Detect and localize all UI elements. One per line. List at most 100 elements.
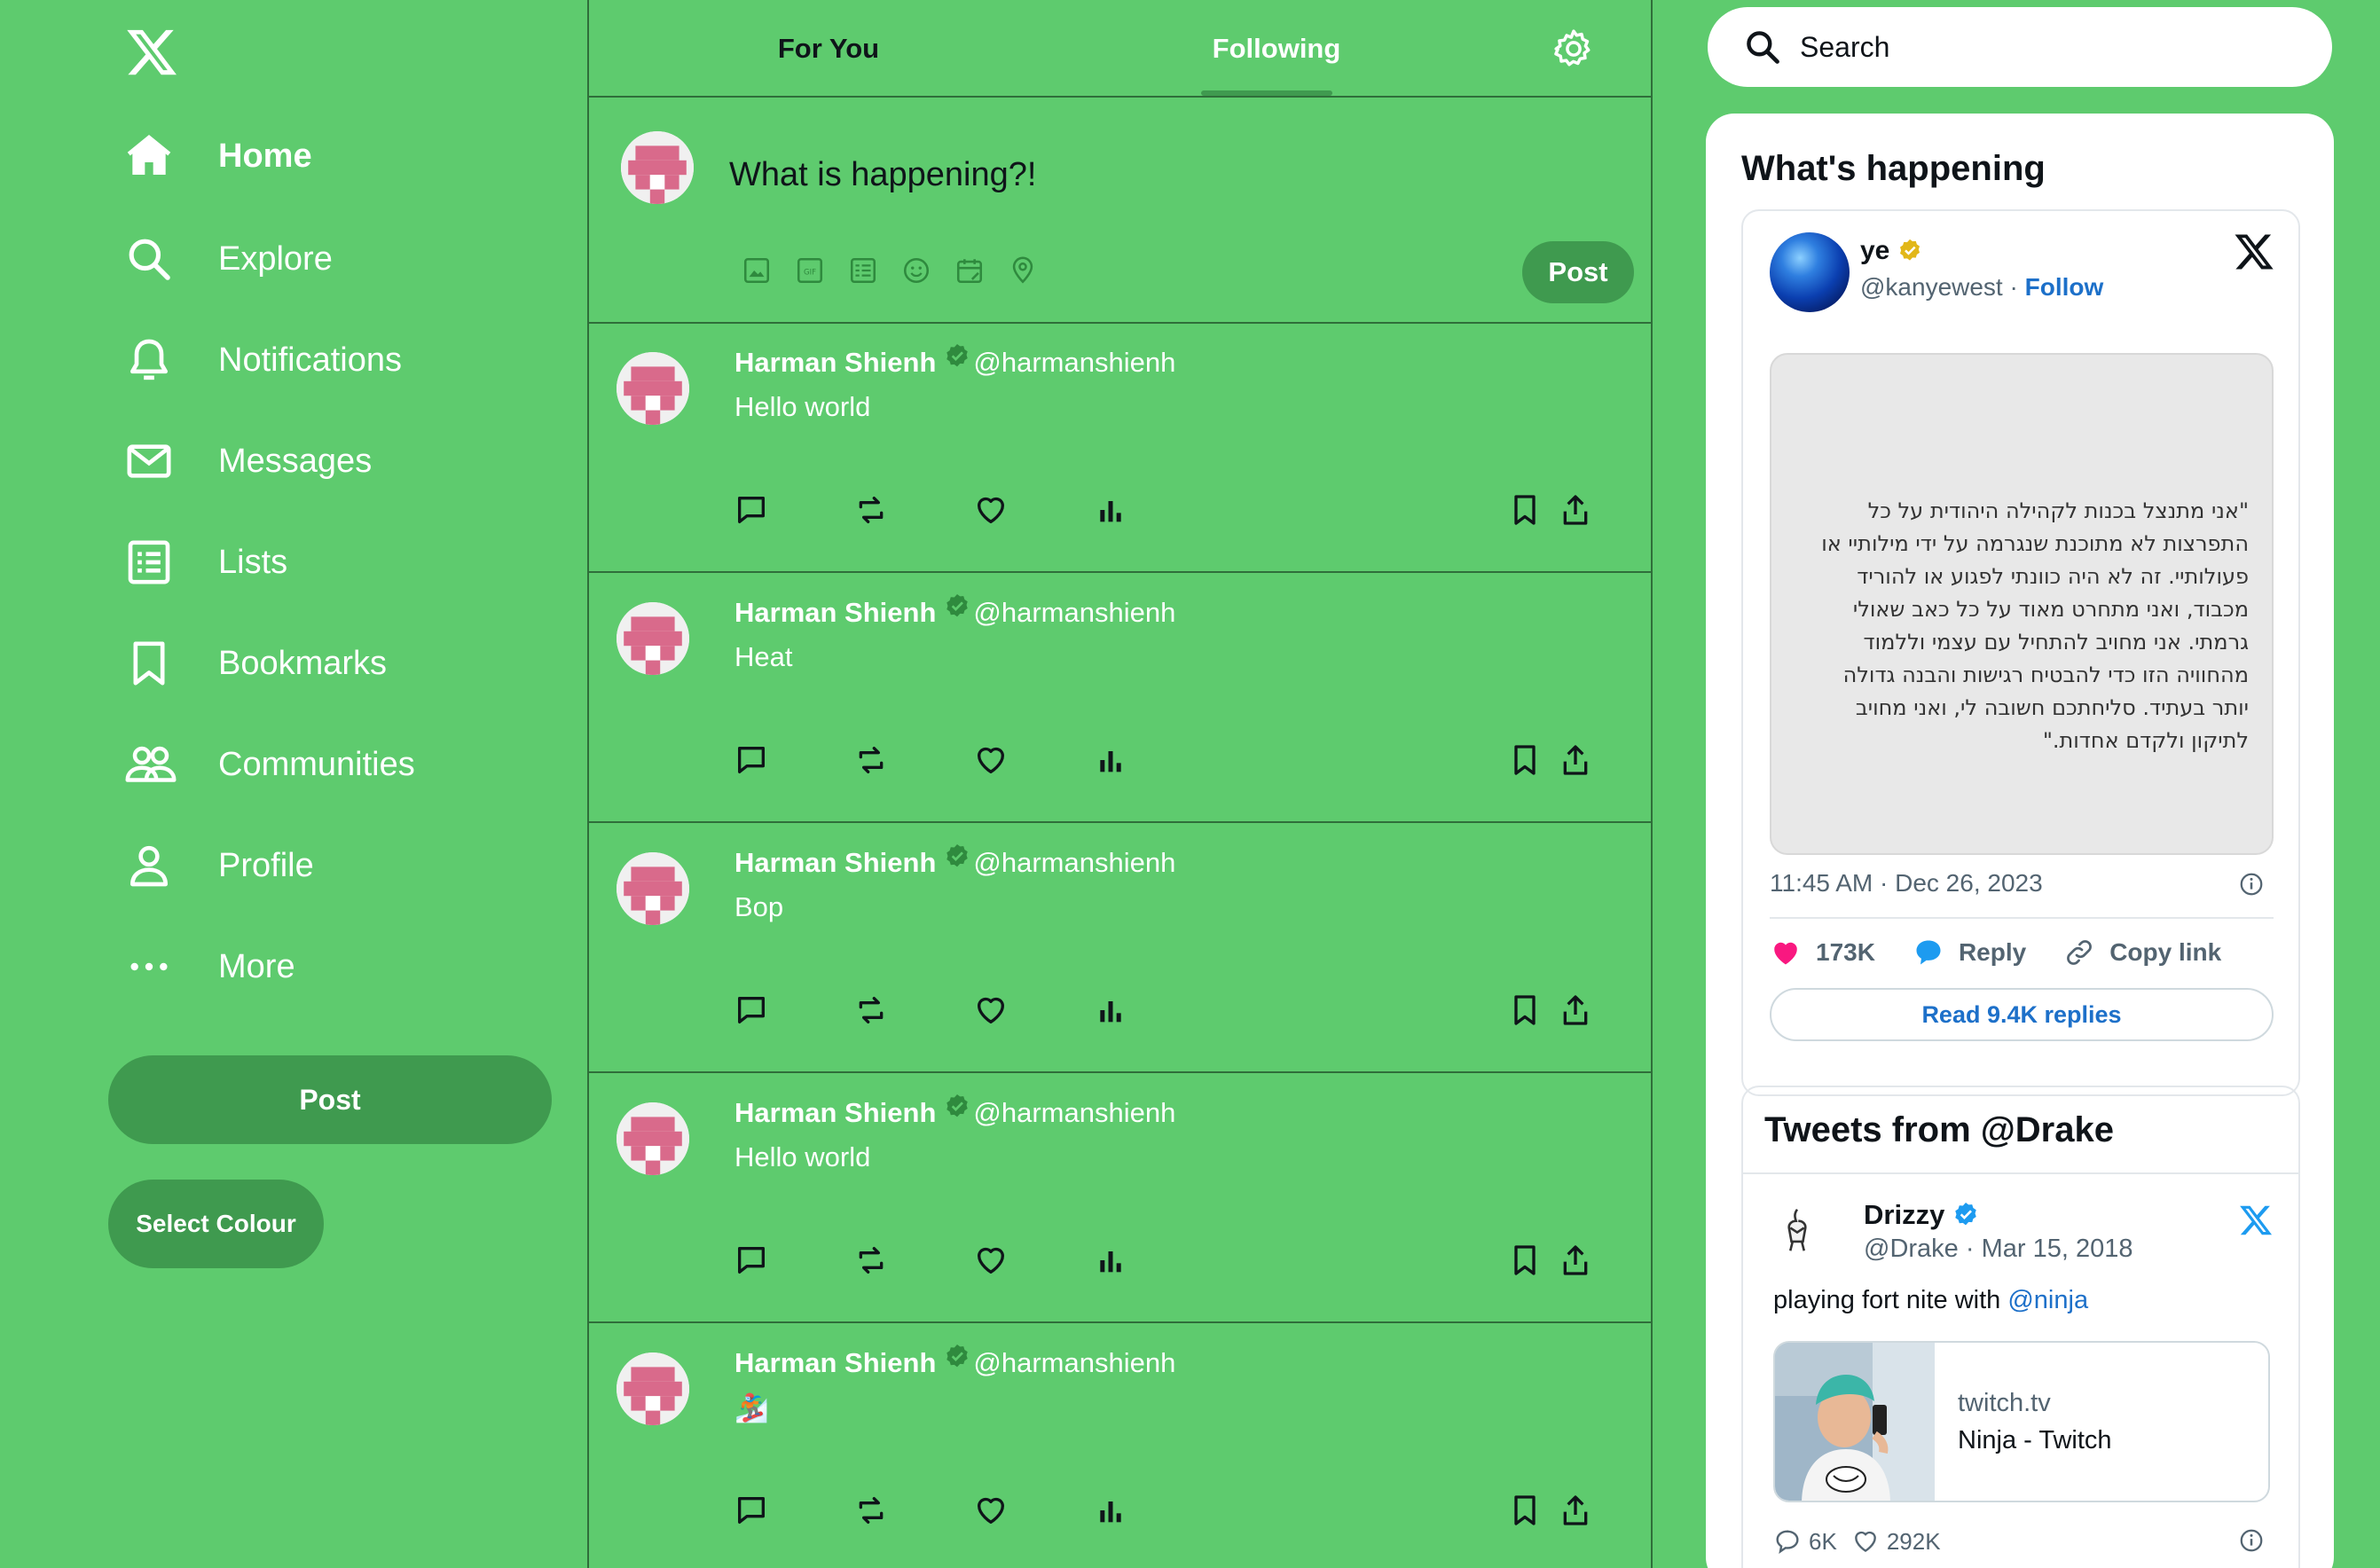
retweet-icon[interactable] bbox=[853, 992, 889, 1028]
tab-following[interactable]: Following bbox=[1157, 0, 1396, 98]
composer-post-button[interactable]: Post bbox=[1522, 241, 1634, 303]
heart-icon[interactable] bbox=[973, 1493, 1009, 1528]
mention-link[interactable]: @ninja bbox=[2007, 1286, 2088, 1314]
tweet-author-name[interactable]: Harman Shienh bbox=[734, 1347, 936, 1379]
bookmark-icon[interactable] bbox=[1507, 492, 1543, 528]
avatar[interactable] bbox=[617, 852, 689, 925]
timestamp[interactable]: 11:45 AM · Dec 26, 2023 bbox=[1770, 869, 2043, 898]
x-logo-icon[interactable] bbox=[2233, 231, 2275, 273]
emoji-icon[interactable] bbox=[901, 255, 931, 286]
info-icon[interactable] bbox=[2238, 1527, 2265, 1554]
heart-icon[interactable] bbox=[973, 992, 1009, 1028]
sidebar-item-profile[interactable]: Profile bbox=[124, 830, 314, 901]
bookmark-icon[interactable] bbox=[1507, 992, 1543, 1028]
avatar[interactable] bbox=[1770, 1203, 1825, 1258]
post-button[interactable]: Post bbox=[108, 1055, 552, 1144]
reply-icon[interactable] bbox=[734, 1493, 769, 1528]
tweet[interactable]: Harman Shienh @harmanshienh Heat bbox=[589, 574, 1651, 823]
gif-icon[interactable]: GIF bbox=[795, 255, 825, 286]
x-logo-icon[interactable] bbox=[2238, 1203, 2274, 1238]
share-icon[interactable] bbox=[1558, 492, 1593, 528]
tweet-author-handle[interactable]: @harmanshienh bbox=[973, 597, 1175, 629]
share-icon[interactable] bbox=[1558, 992, 1593, 1028]
author-name-text[interactable]: Drizzy bbox=[1864, 1199, 1944, 1231]
embed-title[interactable]: Tweets from @Drake bbox=[1764, 1110, 2114, 1150]
avatar[interactable] bbox=[617, 602, 689, 675]
avatar[interactable] bbox=[617, 1352, 689, 1425]
location-icon[interactable] bbox=[1008, 255, 1038, 286]
schedule-icon[interactable] bbox=[954, 255, 985, 286]
tab-for-you[interactable]: For You bbox=[713, 0, 944, 98]
tweet-author-handle[interactable]: @harmanshienh bbox=[973, 1097, 1175, 1129]
tweet[interactable]: Harman Shienh @harmanshienh Hello world bbox=[589, 1074, 1651, 1323]
embed-author-handle[interactable]: @Drake · Mar 15, 2018 bbox=[1864, 1235, 2133, 1264]
tweet[interactable]: Harman Shienh @harmanshienh Bop bbox=[589, 824, 1651, 1073]
share-icon[interactable] bbox=[1558, 742, 1593, 778]
sidebar-item-explore[interactable]: Explore bbox=[124, 223, 333, 294]
sidebar-item-bookmarks[interactable]: Bookmarks bbox=[124, 628, 387, 699]
share-icon[interactable] bbox=[1558, 1493, 1593, 1528]
follow-link[interactable]: Follow bbox=[2025, 273, 2104, 301]
like-button[interactable]: 292K bbox=[1851, 1527, 1941, 1556]
bookmark-icon[interactable] bbox=[1507, 1493, 1543, 1528]
image-icon[interactable] bbox=[742, 255, 772, 286]
bookmark-icon[interactable] bbox=[1507, 1243, 1543, 1278]
bookmark-icon[interactable] bbox=[1507, 742, 1543, 778]
handle-text[interactable]: @kanyewest bbox=[1860, 273, 2003, 301]
sidebar-item-messages[interactable]: Messages bbox=[124, 426, 372, 497]
info-icon[interactable] bbox=[2238, 871, 2265, 898]
search-input[interactable] bbox=[1800, 30, 2297, 64]
search-bar[interactable] bbox=[1708, 7, 2332, 87]
select-colour-button[interactable]: Select Colour bbox=[108, 1180, 324, 1268]
link-preview-card[interactable]: twitch.tv Ninja - Twitch bbox=[1773, 1341, 2270, 1502]
analytics-icon[interactable] bbox=[1093, 742, 1128, 778]
sidebar-item-notifications[interactable]: Notifications bbox=[124, 325, 402, 396]
reply-icon[interactable] bbox=[734, 1243, 769, 1278]
reply-icon[interactable] bbox=[734, 492, 769, 528]
tweet-author-handle[interactable]: @harmanshienh bbox=[973, 347, 1175, 379]
gear-icon[interactable] bbox=[1551, 27, 1596, 71]
sidebar-item-communities[interactable]: Communities bbox=[124, 729, 415, 800]
compose-input[interactable] bbox=[729, 144, 1528, 206]
analytics-icon[interactable] bbox=[1093, 992, 1128, 1028]
retweet-icon[interactable] bbox=[853, 1243, 889, 1278]
embedded-tweet[interactable]: ye @kanyewest · Follow "אני מתנצל בכנות … bbox=[1741, 209, 2300, 1096]
avatar[interactable] bbox=[1770, 232, 1850, 312]
analytics-icon[interactable] bbox=[1093, 492, 1128, 528]
avatar[interactable] bbox=[617, 1102, 689, 1175]
analytics-icon[interactable] bbox=[1093, 1243, 1128, 1278]
tweet[interactable]: Harman Shienh @harmanshienh Hello world bbox=[589, 324, 1651, 573]
like-button[interactable]: 173K bbox=[1770, 937, 1875, 968]
tweet-author-name[interactable]: Harman Shienh bbox=[734, 1097, 936, 1129]
tweet-author-name[interactable]: Harman Shienh bbox=[734, 847, 936, 879]
read-replies-button[interactable]: Read 9.4K replies bbox=[1770, 988, 2274, 1041]
heart-icon[interactable] bbox=[973, 492, 1009, 528]
retweet-icon[interactable] bbox=[853, 742, 889, 778]
share-icon[interactable] bbox=[1558, 1243, 1593, 1278]
tweet[interactable]: Harman Shienh @harmanshienh 🏂 bbox=[589, 1324, 1651, 1568]
heart-icon[interactable] bbox=[973, 1243, 1009, 1278]
speech-bubble-icon bbox=[1913, 937, 1959, 968]
avatar[interactable] bbox=[617, 352, 689, 425]
author-name-text[interactable]: ye bbox=[1860, 236, 1889, 266]
copy-link-button[interactable]: Copy link bbox=[2063, 937, 2221, 968]
heart-icon[interactable] bbox=[973, 742, 1009, 778]
tweet-author-name[interactable]: Harman Shienh bbox=[734, 347, 936, 379]
reply-button[interactable]: Reply bbox=[1913, 937, 2026, 968]
x-logo-icon[interactable] bbox=[124, 25, 179, 80]
reply-icon[interactable] bbox=[734, 742, 769, 778]
tweet-author-name[interactable]: Harman Shienh bbox=[734, 597, 936, 629]
tweet-author-handle[interactable]: @harmanshienh bbox=[973, 847, 1175, 879]
analytics-icon[interactable] bbox=[1093, 1493, 1128, 1528]
poll-icon[interactable] bbox=[848, 255, 878, 286]
avatar[interactable] bbox=[621, 131, 694, 204]
reply-icon[interactable] bbox=[734, 992, 769, 1028]
reply-button[interactable]: 6K bbox=[1773, 1527, 1837, 1556]
image-card[interactable]: "אני מתנצל בכנות לקהילה היהודית על כל הת… bbox=[1770, 353, 2274, 855]
sidebar-item-home[interactable]: Home bbox=[124, 121, 312, 192]
sidebar-item-more[interactable]: More bbox=[124, 931, 295, 1002]
tweet-author-handle[interactable]: @harmanshienh bbox=[973, 1347, 1175, 1379]
retweet-icon[interactable] bbox=[853, 492, 889, 528]
retweet-icon[interactable] bbox=[853, 1493, 889, 1528]
sidebar-item-lists[interactable]: Lists bbox=[124, 527, 287, 598]
